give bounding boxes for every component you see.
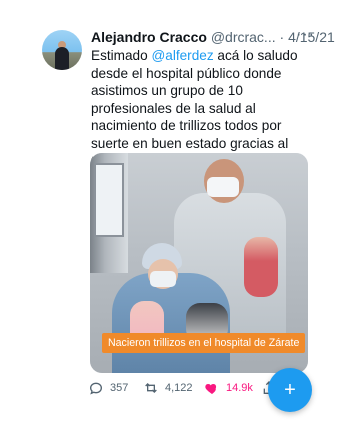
media-nurse-mask <box>150 271 176 287</box>
more-glyph: ··· <box>296 26 315 43</box>
author-name[interactable]: Alejandro Cracco <box>91 29 207 45</box>
avatar[interactable] <box>42 30 82 70</box>
like-count: 14.9k <box>226 382 253 394</box>
media-doctor-mask <box>207 177 239 197</box>
reply-button[interactable]: 357 <box>88 377 128 399</box>
author-handle[interactable]: @drcrac... <box>211 29 276 45</box>
media-caption: Nacieron trillizos en el hospital de Zár… <box>102 333 306 353</box>
more-icon[interactable]: ··· <box>296 26 315 47</box>
mention-link[interactable]: @alferdez <box>151 48 213 63</box>
tweet-media[interactable]: Nacieron trillizos en el hospital de Zár… <box>90 153 308 373</box>
avatar-person <box>55 47 69 70</box>
tweet-header: Alejandro Cracco @drcrac... · 4/15/21 <box>91 27 335 47</box>
media-window <box>94 163 124 237</box>
like-icon <box>205 384 217 394</box>
compose-button[interactable]: + <box>268 368 312 412</box>
compose-icon: + <box>284 379 296 401</box>
header-separator: · <box>279 29 285 45</box>
like-button[interactable]: 14.9k <box>204 377 253 399</box>
reply-count: 357 <box>110 382 129 394</box>
retweet-count: 4,122 <box>165 382 193 394</box>
retweet-icon <box>145 383 157 393</box>
tweet-text-before-mention: Estimado <box>91 48 152 63</box>
media-baby-right <box>244 237 278 297</box>
retweet-button[interactable]: 4,122 <box>143 377 193 399</box>
reply-icon <box>89 382 103 395</box>
